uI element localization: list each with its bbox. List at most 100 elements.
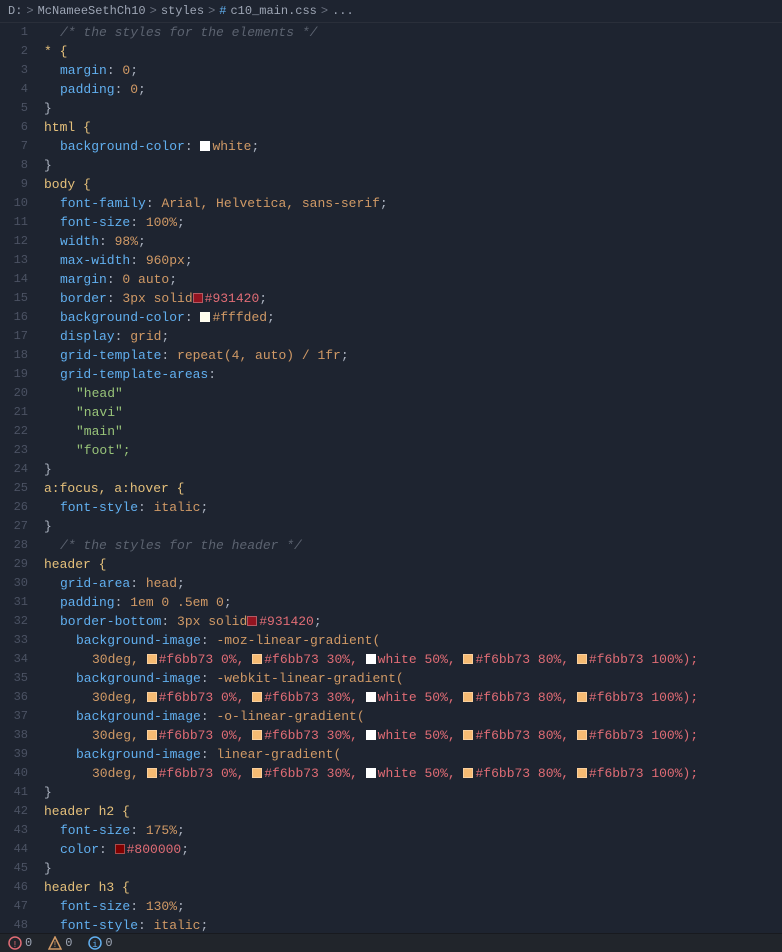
code-line-34: 30deg, #f6bb73 0%, #f6bb73 30%, white 50… <box>44 650 782 669</box>
line-number-33: 33 <box>8 631 28 650</box>
line-number-25: 25 <box>8 479 28 498</box>
code-line-47: font-size: 130%; <box>44 897 782 916</box>
breadcrumb-file: c10_main.css <box>230 4 316 18</box>
line-number-16: 16 <box>8 308 28 327</box>
line-number-31: 31 <box>8 593 28 612</box>
code-line-37: background-image: -o-linear-gradient( <box>44 707 782 726</box>
code-line-1: /* the styles for the elements */ <box>44 23 782 42</box>
code-line-5: } <box>44 99 782 118</box>
line-number-37: 37 <box>8 707 28 726</box>
code-line-10: font-family: Arial, Helvetica, sans-seri… <box>44 194 782 213</box>
info-count: i 0 <box>88 936 112 950</box>
code-line-3: margin: 0; <box>44 61 782 80</box>
line-number-45: 45 <box>8 859 28 878</box>
line-number-28: 28 <box>8 536 28 555</box>
code-line-41: } <box>44 783 782 802</box>
code-line-24: } <box>44 460 782 479</box>
svg-text:i: i <box>93 940 98 950</box>
code-line-15: border: 3px solid #931420; <box>44 289 782 308</box>
line-number-20: 20 <box>8 384 28 403</box>
code-line-17: display: grid; <box>44 327 782 346</box>
code-line-23: "foot"; <box>44 441 782 460</box>
code-line-21: "navi" <box>44 403 782 422</box>
line-number-47: 47 <box>8 897 28 916</box>
code-line-46: header h3 { <box>44 878 782 897</box>
code-line-35: background-image: -webkit-linear-gradien… <box>44 669 782 688</box>
code-line-30: grid-area: head; <box>44 574 782 593</box>
line-number-15: 15 <box>8 289 28 308</box>
line-number-39: 39 <box>8 745 28 764</box>
code-line-28: /* the styles for the header */ <box>44 536 782 555</box>
code-line-20: "head" <box>44 384 782 403</box>
code-line-6: html { <box>44 118 782 137</box>
code-line-44: color: #800000; <box>44 840 782 859</box>
line-number-30: 30 <box>8 574 28 593</box>
code-line-18: grid-template: repeat(4, auto) / 1fr; <box>44 346 782 365</box>
code-line-31: padding: 1em 0 .5em 0; <box>44 593 782 612</box>
line-number-13: 13 <box>8 251 28 270</box>
line-number-32: 32 <box>8 612 28 631</box>
line-number-1: 1 <box>8 23 28 42</box>
breadcrumb-ellipsis: ... <box>332 4 354 18</box>
breadcrumb-bar: D: > McNameeSethCh10 > styles > # c10_ma… <box>0 0 782 23</box>
code-line-33: background-image: -moz-linear-gradient( <box>44 631 782 650</box>
breadcrumb-sep2: > <box>150 4 157 18</box>
line-number-7: 7 <box>8 137 28 156</box>
code-line-16: background-color: #fffded; <box>44 308 782 327</box>
code-line-27: } <box>44 517 782 536</box>
line-number-40: 40 <box>8 764 28 783</box>
code-line-39: background-image: linear-gradient( <box>44 745 782 764</box>
code-content[interactable]: /* the styles for the elements */* {marg… <box>40 23 782 935</box>
line-number-2: 2 <box>8 42 28 61</box>
line-number-36: 36 <box>8 688 28 707</box>
line-number-21: 21 <box>8 403 28 422</box>
line-number-17: 17 <box>8 327 28 346</box>
code-line-19: grid-template-areas: <box>44 365 782 384</box>
line-numbers: 1234567891011121314151617181920212223242… <box>0 23 40 935</box>
breadcrumb-hash: # <box>219 4 226 18</box>
line-number-24: 24 <box>8 460 28 479</box>
line-number-11: 11 <box>8 213 28 232</box>
line-number-43: 43 <box>8 821 28 840</box>
line-number-5: 5 <box>8 99 28 118</box>
line-number-18: 18 <box>8 346 28 365</box>
line-number-27: 27 <box>8 517 28 536</box>
line-number-23: 23 <box>8 441 28 460</box>
code-line-26: font-style: italic; <box>44 498 782 517</box>
code-line-14: margin: 0 auto; <box>44 270 782 289</box>
code-line-38: 30deg, #f6bb73 0%, #f6bb73 30%, white 50… <box>44 726 782 745</box>
code-line-29: header { <box>44 555 782 574</box>
line-number-41: 41 <box>8 783 28 802</box>
line-number-26: 26 <box>8 498 28 517</box>
breadcrumb-sep4: > <box>321 4 328 18</box>
line-number-8: 8 <box>8 156 28 175</box>
breadcrumb-sep1: > <box>26 4 33 18</box>
code-line-25: a:focus, a:hover { <box>44 479 782 498</box>
code-editor: 1234567891011121314151617181920212223242… <box>0 23 782 935</box>
line-number-29: 29 <box>8 555 28 574</box>
svg-text:!: ! <box>53 940 58 950</box>
line-number-22: 22 <box>8 422 28 441</box>
code-line-36: 30deg, #f6bb73 0%, #f6bb73 30%, white 50… <box>44 688 782 707</box>
error-count: ! 0 <box>8 936 32 950</box>
line-number-42: 42 <box>8 802 28 821</box>
breadcrumb-drive: D: <box>8 4 22 18</box>
line-number-9: 9 <box>8 175 28 194</box>
code-line-2: * { <box>44 42 782 61</box>
code-line-22: "main" <box>44 422 782 441</box>
status-bar: ! 0 ! 0 i 0 <box>0 933 782 952</box>
line-number-19: 19 <box>8 365 28 384</box>
code-line-8: } <box>44 156 782 175</box>
code-line-4: padding: 0; <box>44 80 782 99</box>
line-number-46: 46 <box>8 878 28 897</box>
code-line-11: font-size: 100%; <box>44 213 782 232</box>
code-line-7: background-color: white; <box>44 137 782 156</box>
code-line-40: 30deg, #f6bb73 0%, #f6bb73 30%, white 50… <box>44 764 782 783</box>
breadcrumb-folder1: McNameeSethCh10 <box>38 4 146 18</box>
line-number-44: 44 <box>8 840 28 859</box>
code-line-43: font-size: 175%; <box>44 821 782 840</box>
line-number-12: 12 <box>8 232 28 251</box>
code-line-45: } <box>44 859 782 878</box>
line-number-4: 4 <box>8 80 28 99</box>
line-number-14: 14 <box>8 270 28 289</box>
